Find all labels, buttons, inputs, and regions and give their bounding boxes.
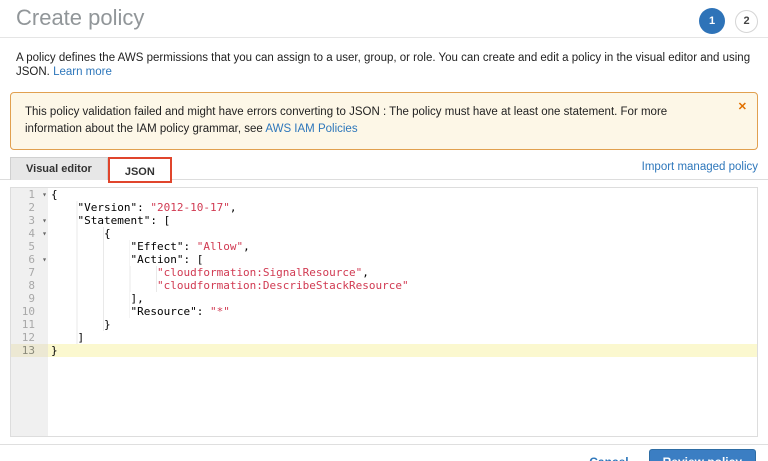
editor-line[interactable]: "Action": [: [51, 253, 757, 266]
line-number: 13: [22, 344, 35, 357]
import-managed-policy-link[interactable]: Import managed policy: [642, 161, 758, 173]
editor-line[interactable]: "cloudformation:SignalResource",: [51, 266, 757, 279]
code-text: {: [104, 227, 111, 240]
wizard-steps: 1 2: [699, 8, 758, 34]
code-text: }: [104, 318, 111, 331]
code-indent: [51, 318, 104, 331]
gutter-line-number[interactable]: 8: [11, 279, 48, 292]
editor-line[interactable]: ]: [51, 331, 757, 344]
code-text: ,: [230, 201, 237, 214]
code-indent: [51, 201, 78, 214]
line-number: 1: [28, 188, 35, 201]
code-text: ],: [130, 292, 143, 305]
editor-line[interactable]: "Version": "2012-10-17",: [51, 201, 757, 214]
code-string: "Allow": [197, 240, 243, 253]
line-number: 4: [28, 227, 35, 240]
editor-line[interactable]: }: [51, 318, 757, 331]
code-text: ,: [243, 240, 250, 253]
gutter-line-number[interactable]: 6▾: [11, 253, 48, 266]
gutter-line-number[interactable]: 2: [11, 201, 48, 214]
line-number: 2: [28, 201, 35, 214]
code-text: "Action": [: [130, 253, 203, 266]
code-text: ]: [78, 331, 85, 344]
step-indicator-1[interactable]: 1: [699, 8, 725, 34]
tab-json[interactable]: JSON: [108, 157, 172, 183]
gutter-line-number[interactable]: 10: [11, 305, 48, 318]
editor-line[interactable]: {: [51, 227, 757, 240]
code-indent: [51, 214, 78, 227]
code-indent: [51, 266, 157, 279]
page-header: Create policy 1 2: [0, 0, 768, 38]
gutter-line-number[interactable]: 1▾: [11, 188, 48, 201]
line-number: 8: [28, 279, 35, 292]
line-number: 5: [28, 240, 35, 253]
line-number: 7: [28, 266, 35, 279]
code-text: "Resource":: [130, 305, 209, 318]
code-indent: [51, 305, 130, 318]
editor-line[interactable]: }: [48, 344, 757, 357]
step-indicator-2[interactable]: 2: [735, 10, 758, 33]
gutter-line-number[interactable]: 9: [11, 292, 48, 305]
gutter-line-number[interactable]: 11: [11, 318, 48, 331]
code-string: "2012-10-17": [150, 201, 229, 214]
code-indent: [51, 240, 130, 253]
gutter-line-number[interactable]: 13: [11, 344, 48, 357]
editor-line[interactable]: ],: [51, 292, 757, 305]
fold-icon[interactable]: ▾: [42, 253, 47, 266]
learn-more-link[interactable]: Learn more: [53, 66, 112, 78]
code-indent: [51, 253, 130, 266]
code-text: }: [51, 344, 58, 357]
line-number: 10: [22, 305, 35, 318]
editor-line[interactable]: "cloudformation:DescribeStackResource": [51, 279, 757, 292]
gutter-line-number[interactable]: 3▾: [11, 214, 48, 227]
gutter-line-number[interactable]: 7: [11, 266, 48, 279]
code-indent: [51, 331, 78, 344]
json-editor[interactable]: 1▾23▾4▾56▾78910111213 { "Version": "2012…: [10, 187, 758, 437]
cancel-button[interactable]: Cancel: [589, 455, 628, 461]
review-policy-button[interactable]: Review policy: [649, 449, 756, 461]
code-text: "Effect":: [130, 240, 196, 253]
editor-line[interactable]: "Effect": "Allow",: [51, 240, 757, 253]
validation-alert: This policy validation failed and might …: [10, 92, 758, 150]
code-text: ,: [362, 266, 369, 279]
iam-policies-link[interactable]: AWS IAM Policies: [265, 123, 357, 135]
editor-line[interactable]: "Resource": "*": [51, 305, 757, 318]
tab-visual-editor[interactable]: Visual editor: [10, 157, 108, 180]
editor-tabbar: Visual editorJSON Import managed policy: [0, 157, 768, 180]
code-indent: [51, 227, 104, 240]
fold-icon[interactable]: ▾: [42, 214, 47, 227]
intro-text: A policy defines the AWS permissions tha…: [16, 51, 752, 79]
code-string: "cloudformation:SignalResource": [157, 266, 362, 279]
gutter-line-number[interactable]: 12: [11, 331, 48, 344]
editor-line[interactable]: "Statement": [: [51, 214, 757, 227]
line-number: 6: [28, 253, 35, 266]
code-indent: [51, 279, 157, 292]
line-number: 12: [22, 331, 35, 344]
editor-line[interactable]: {: [51, 188, 757, 201]
line-number: 3: [28, 214, 35, 227]
editor-code-area[interactable]: { "Version": "2012-10-17", "Statement": …: [48, 188, 757, 436]
code-indent: [51, 292, 130, 305]
fold-icon[interactable]: ▾: [42, 227, 47, 240]
code-string: "*": [210, 305, 230, 318]
gutter-line-number[interactable]: 4▾: [11, 227, 48, 240]
line-number: 9: [28, 292, 35, 305]
fold-icon[interactable]: ▾: [42, 188, 47, 201]
editor-gutter: 1▾23▾4▾56▾78910111213: [11, 188, 48, 436]
code-string: "cloudformation:DescribeStackResource": [157, 279, 409, 292]
page-title: Create policy: [16, 0, 768, 36]
create-policy-page: Create policy 1 2 A policy defines the A…: [0, 0, 768, 461]
code-text: "Version":: [78, 201, 151, 214]
code-text: {: [51, 188, 58, 201]
code-text: "Statement": [: [78, 214, 171, 227]
line-number: 11: [22, 318, 35, 331]
intro-description: A policy defines the AWS permissions tha…: [16, 52, 750, 78]
gutter-line-number[interactable]: 5: [11, 240, 48, 253]
close-icon[interactable]: ✕: [738, 99, 747, 116]
footer-bar: Cancel Review policy: [0, 444, 768, 461]
